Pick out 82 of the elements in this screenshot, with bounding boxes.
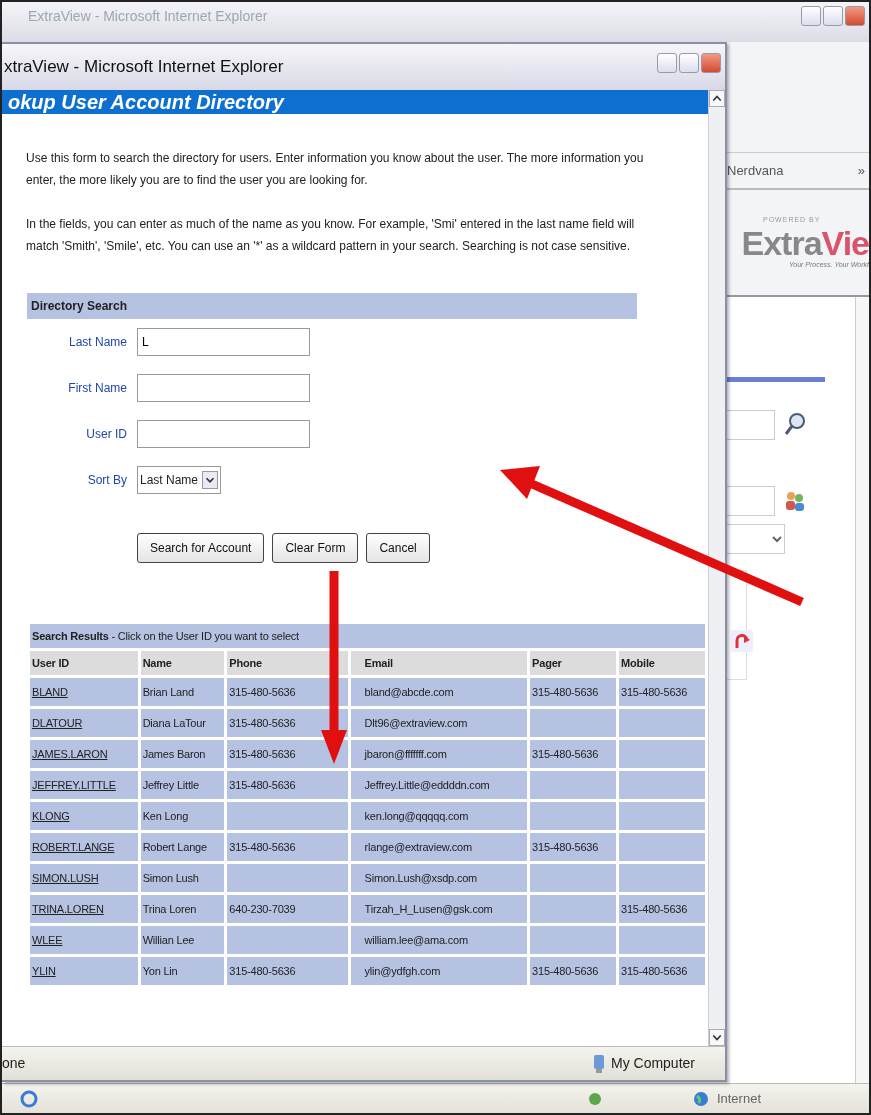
table-cell: Yon Lin: [140, 957, 225, 985]
table-cell: Simon.Lush@xsdp.com: [350, 864, 528, 892]
table-cell: ylin@ydfgh.com: [350, 957, 528, 985]
field-label: Sort By: [86, 472, 127, 489]
table-cell: James Baron: [140, 740, 225, 768]
column-header: Email: [350, 651, 528, 675]
window-title: ExtraView - Microsoft Internet Explorer: [28, 7, 268, 26]
field-label: User ID: [85, 426, 127, 443]
section-heading: Directory Search: [27, 293, 637, 319]
globe-icon: [692, 1090, 709, 1107]
minimize-button[interactable]: [801, 6, 821, 26]
table-cell: Diana LaTour: [140, 709, 225, 737]
table-cell: 315-480-5636: [227, 771, 348, 799]
user-id-link[interactable]: WLEE: [32, 933, 63, 946]
table-cell: 315-480-5636: [619, 895, 705, 923]
table-cell: 315-480-5636: [619, 678, 705, 706]
column-header: User ID: [30, 651, 138, 675]
table-cell: ken.long@qqqqq.com: [350, 802, 528, 830]
tab-more-button[interactable]: »: [857, 160, 865, 181]
form-button[interactable]: Clear Form: [272, 533, 359, 563]
table-cell: Jeffrey Little: [140, 771, 225, 799]
table-cell: Ken Long: [140, 802, 225, 830]
scrollbar[interactable]: [855, 297, 869, 1083]
column-header: Mobile: [619, 651, 705, 675]
browser-tab[interactable]: Nerdvana: [727, 160, 784, 181]
scrollbar[interactable]: [708, 90, 725, 1046]
maximize-button[interactable]: [823, 6, 843, 26]
table-cell: 315-480-5636: [530, 678, 617, 706]
redo-icon[interactable]: [731, 630, 753, 652]
status-zone: My Computer: [610, 1054, 695, 1073]
column-header: Name: [140, 651, 225, 675]
scroll-up-icon[interactable]: [709, 90, 725, 107]
table-cell: 315-480-5636: [619, 957, 705, 985]
table-cell: rlange@extraview.com: [350, 833, 528, 861]
input-field[interactable]: [137, 420, 310, 448]
status-zone: Internet: [716, 1089, 761, 1108]
table-cell: Robert Lange: [140, 833, 225, 861]
sort-select[interactable]: Last Name: [137, 466, 222, 494]
column-header: Phone: [227, 651, 348, 675]
table-cell: 640-230-7039: [227, 895, 348, 923]
minimize-button[interactable]: [657, 53, 677, 74]
table-cell: 315-480-5636: [227, 740, 348, 768]
close-button[interactable]: [845, 6, 865, 26]
page-heading: okup User Account Directory: [2, 90, 708, 114]
table-cell: Trina Loren: [140, 895, 225, 923]
table-cell: 315-480-5636: [530, 833, 617, 861]
table-cell: 315-480-5636: [530, 740, 617, 768]
results-title: Search Results - Click on the User ID you want to select: [30, 624, 705, 648]
input-field[interactable]: L: [137, 328, 310, 356]
table-cell: 315-480-5636: [530, 957, 617, 985]
table-cell: 315-480-5636: [227, 833, 348, 861]
window-title: xtraView - Microsoft Internet Explorer: [4, 56, 284, 79]
chevron-down-icon: [202, 471, 219, 489]
user-id-link[interactable]: KLONG: [32, 809, 70, 822]
user-id-link[interactable]: YLIN: [32, 964, 56, 977]
user-id-link[interactable]: BLAND: [32, 685, 68, 698]
table-cell: Simon Lush: [140, 864, 225, 892]
column-header: Pager: [530, 651, 617, 675]
table-cell: 315-480-5636: [227, 957, 348, 985]
table-cell: Jeffrey.Little@eddddn.com: [350, 771, 528, 799]
people-icon[interactable]: [783, 489, 807, 513]
table-cell: Brian Land: [140, 678, 225, 706]
table-cell: bland@abcde.com: [350, 678, 528, 706]
scroll-down-icon[interactable]: [709, 1029, 725, 1046]
table-cell: Tirzah_H_Lusen@gsk.com: [350, 895, 528, 923]
table-cell: Dlt96@extraview.com: [350, 709, 528, 737]
form-button[interactable]: Search for Account: [137, 533, 265, 563]
table-cell: william.lee@ama.com: [350, 926, 528, 954]
table-cell: 315-480-5636: [227, 709, 348, 737]
table-cell: Willian Lee: [140, 926, 225, 954]
logo-text: ExtraVie: [741, 225, 869, 260]
form-button[interactable]: Cancel: [366, 533, 430, 563]
field-label: First Name: [67, 380, 127, 397]
maximize-button[interactable]: [679, 53, 699, 74]
intro-paragraph: In the fields, you can enter as much of the name as you know. For example, 'Smi' entered in the last name field will match 'Smith', 'Smile', etc. You can use an '*' as a wildcard pattern in your search. Searching is not case sensitive.: [26, 216, 636, 255]
table-cell: 315-480-5636: [227, 678, 348, 706]
input-field[interactable]: [137, 374, 310, 402]
intro-paragraph: Use this form to search the directory for users. Enter information you know about the user. The more information you enter, the more likely you are to find the user you are looking for.: [26, 150, 645, 189]
field-label: Last Name: [67, 334, 127, 351]
status-text: one: [2, 1054, 26, 1073]
table-cell: jbaron@fffffff.com: [350, 740, 528, 768]
close-button[interactable]: [701, 53, 721, 74]
